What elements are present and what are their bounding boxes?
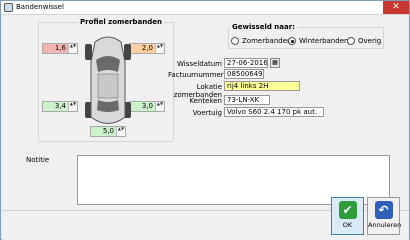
plate-label: Kenteken <box>189 97 222 105</box>
dialog-window: Bandenwissel ✕ Profiel zomerbanden 1,6 ▲… <box>0 0 410 240</box>
car-top-view-icon <box>85 36 131 124</box>
ok-button[interactable]: ✔ OK <box>331 197 364 235</box>
undo-icon: ↶ <box>374 201 393 219</box>
ok-button-label: OK <box>342 221 353 229</box>
radio-zomerbanden[interactable]: Zomerbanden <box>231 37 291 45</box>
front-left-value: 1,6 <box>54 44 66 52</box>
spinner-arrows-icon[interactable]: ▲▼ <box>68 102 77 111</box>
radio-button[interactable] <box>231 37 239 45</box>
radio-label: Overig <box>358 37 382 45</box>
location-field[interactable]: rij4 links 2H <box>224 81 300 91</box>
rear-left-spinner[interactable]: 3,4 ▲▼ <box>42 101 78 112</box>
radio-button[interactable] <box>347 37 355 45</box>
radio-button-selected[interactable] <box>288 37 296 45</box>
swap-group-title: Gewisseld naar: <box>230 23 297 31</box>
front-right-value: 2,0 <box>141 44 153 52</box>
date-label: Wisseldatum <box>177 60 222 68</box>
vehicle-label: Voertuig <box>192 109 222 117</box>
rear-right-value: 3,0 <box>141 102 153 110</box>
notes-label: Notitie <box>26 156 50 164</box>
close-button[interactable]: ✕ <box>383 1 409 14</box>
invoice-label: Factuurnummer <box>168 71 224 79</box>
rear-left-value: 3,4 <box>54 102 66 110</box>
cancel-button-label: Annuleren <box>368 221 402 229</box>
rear-right-spinner[interactable]: 3,0 ▲▼ <box>129 101 165 112</box>
spinner-arrows-icon[interactable]: ▲▼ <box>68 44 77 53</box>
spinner-arrows-icon[interactable]: ▲▼ <box>155 102 164 111</box>
radio-overig[interactable]: Overig <box>347 37 381 45</box>
radio-winterbanden[interactable]: Winterbanden <box>288 37 348 45</box>
vehicle-field: Volvo S60 2.4 170 pk aut. <box>224 107 324 117</box>
radio-label: Winterbanden <box>299 37 349 45</box>
front-right-spinner[interactable]: 2,0 ▲▼ <box>129 43 165 54</box>
spinner-arrows-icon[interactable]: ▲▼ <box>155 44 164 53</box>
window-title: Bandenwissel <box>16 3 64 11</box>
profile-group-title: Profiel zomerbanden <box>78 18 165 26</box>
front-left-spinner[interactable]: 1,6 ▲▼ <box>42 43 78 54</box>
calendar-icon[interactable]: ▦ <box>270 58 280 68</box>
title-bar: Bandenwissel ✕ <box>1 1 409 15</box>
dialog-content: Profiel zomerbanden 1,6 ▲▼ 2,0 ▲▼ 3,4 ▲▼… <box>2 16 409 240</box>
radio-label: Zomerbanden <box>242 37 292 45</box>
checkmark-icon: ✔ <box>338 201 357 219</box>
date-field[interactable]: 27-06-2016 <box>224 58 268 68</box>
plate-field[interactable]: 73-LN-XK <box>224 95 270 105</box>
invoice-field[interactable]: 08500649 <box>224 69 264 79</box>
cancel-button[interactable]: ↶ Annuleren <box>367 197 402 235</box>
app-icon <box>4 3 13 12</box>
